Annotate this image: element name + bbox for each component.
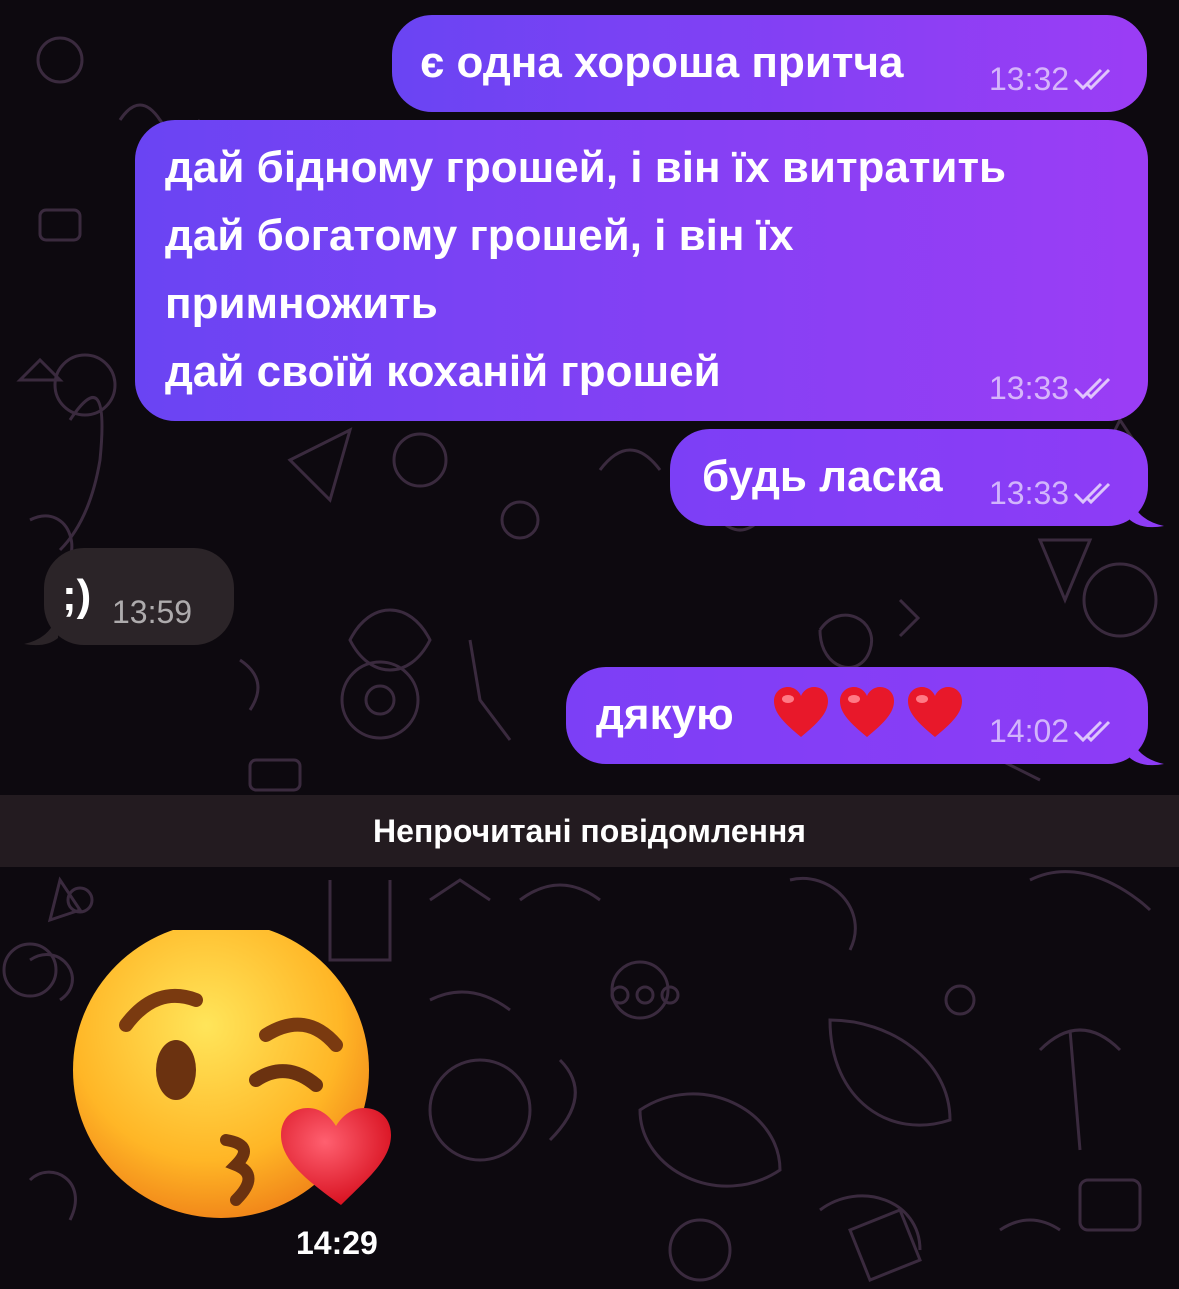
- bubble-tail: [1130, 734, 1164, 766]
- message-text: будь ласка: [702, 452, 943, 501]
- message-time: 13:33: [989, 475, 1115, 512]
- message-time: 13:33: [989, 370, 1115, 407]
- message-bubble-outgoing[interactable]: дай бідному грошей, і він їх витратить д…: [135, 120, 1148, 421]
- message-text: дякую: [596, 690, 734, 739]
- message-time: 14:02: [989, 713, 1115, 750]
- bubble-tail: [1130, 496, 1164, 528]
- read-checkmarks-icon: [1073, 375, 1115, 401]
- bubble-tail: [24, 612, 58, 646]
- message-bubble-incoming[interactable]: ;) 13:59: [44, 548, 234, 645]
- unread-messages-separator: Непрочитані повідомлення: [0, 795, 1179, 867]
- message-bubble-outgoing[interactable]: дякую 14:02: [566, 667, 1148, 764]
- red-heart-icon: [840, 687, 894, 737]
- message-text: є одна хороша притча: [420, 38, 904, 87]
- read-checkmarks-icon: [1073, 66, 1115, 92]
- message-line: примножить: [165, 279, 438, 328]
- message-text: ;): [62, 571, 92, 620]
- separator-label: Непрочитані повідомлення: [373, 813, 806, 849]
- red-heart-icon: [774, 687, 828, 737]
- kissing-face-sticker-icon[interactable]: [66, 930, 396, 1230]
- message-time: 13:32: [989, 61, 1115, 98]
- message-line: дай богатому грошей, і він їх: [165, 211, 794, 260]
- message-line: дай бідному грошей, і він їх витратить: [165, 143, 1007, 192]
- red-heart-icon: [908, 687, 962, 737]
- read-checkmarks-icon: [1073, 480, 1115, 506]
- message-bubble-outgoing[interactable]: будь ласка 13:33: [670, 429, 1148, 526]
- message-time: 13:59: [112, 594, 193, 630]
- read-checkmarks-icon: [1073, 718, 1115, 744]
- message-line: дай своїй коханій грошей: [165, 347, 721, 396]
- sticker-time: 14:29: [296, 1225, 378, 1261]
- message-bubble-outgoing[interactable]: є одна хороша притча 13:32: [392, 15, 1147, 112]
